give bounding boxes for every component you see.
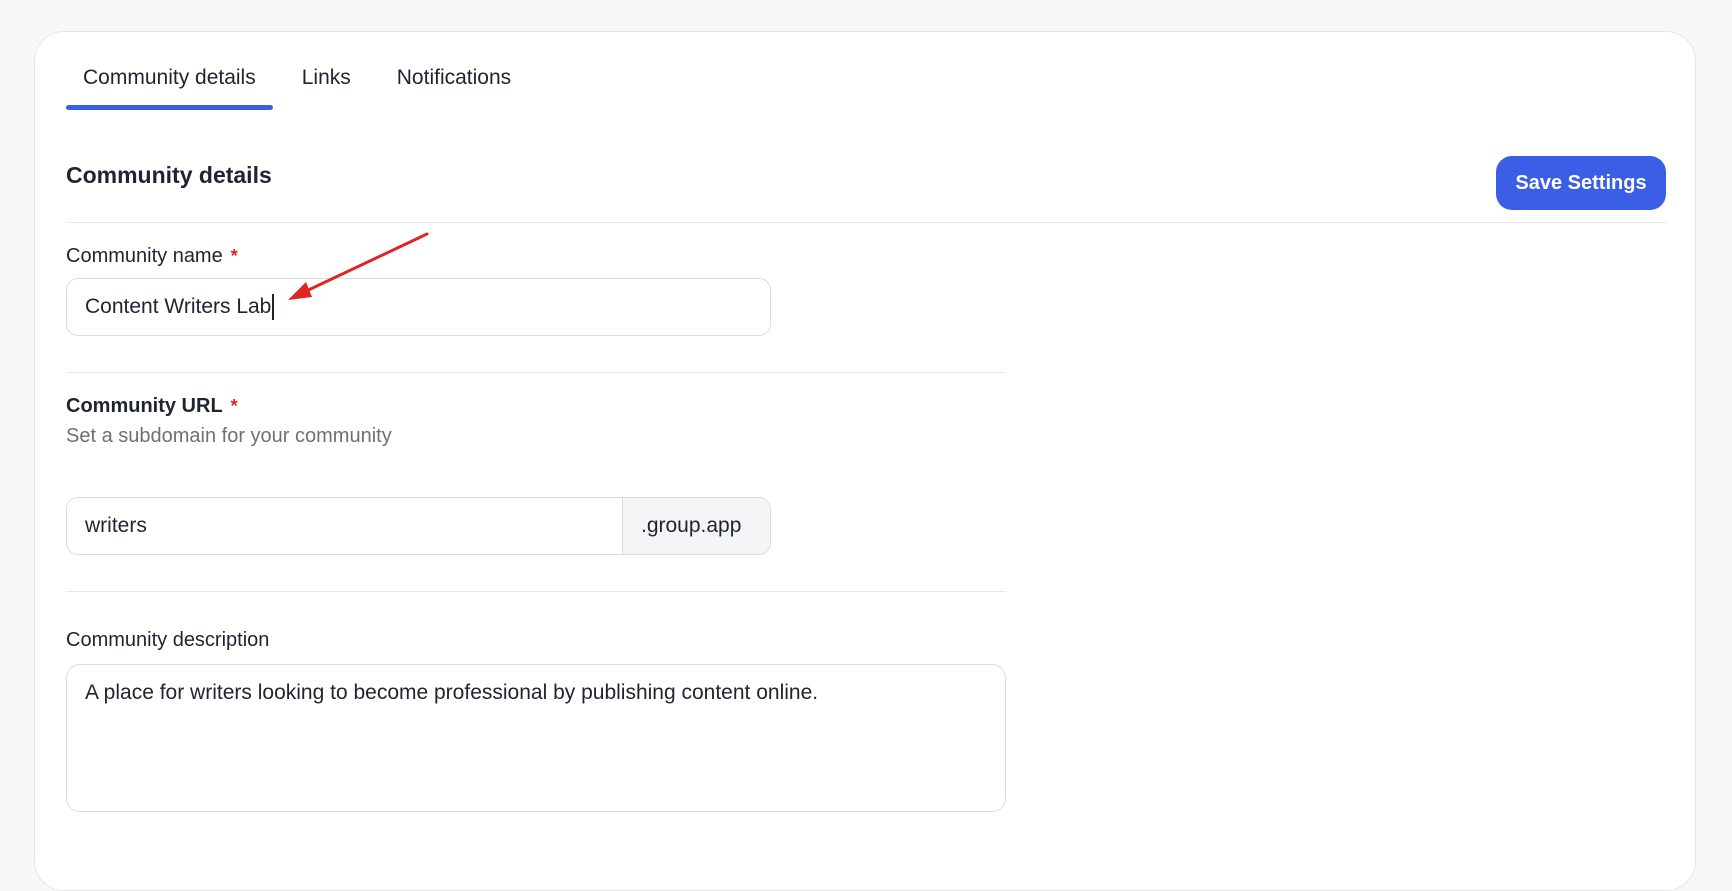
tab-community-details[interactable]: Community details: [66, 32, 273, 110]
field-divider: [66, 372, 1006, 373]
required-mark: *: [230, 246, 238, 266]
tab-links[interactable]: Links: [285, 32, 368, 110]
tab-notifications[interactable]: Notifications: [380, 32, 528, 110]
required-mark: *: [230, 396, 238, 416]
community-url-group: writers .group.app: [66, 497, 771, 555]
header-divider: [66, 222, 1666, 223]
community-description-label: Community description: [66, 629, 270, 651]
text-caret: [272, 294, 275, 320]
field-divider: [66, 591, 1006, 592]
settings-tabs: Community details Links Notifications: [66, 66, 540, 148]
community-name-label-text: Community name: [66, 245, 223, 267]
community-description-textarea[interactable]: A place for writers looking to become pr…: [66, 664, 1006, 812]
community-name-value: Content Writers Lab: [85, 295, 272, 318]
community-url-input[interactable]: writers: [67, 498, 622, 554]
section-title: Community details: [66, 162, 272, 188]
community-url-label: Community URL *: [66, 395, 238, 418]
settings-card: Community details Links Notifications Co…: [34, 31, 1696, 891]
community-url-suffix: .group.app: [622, 498, 770, 554]
save-settings-button[interactable]: Save Settings: [1496, 156, 1666, 210]
community-name-input[interactable]: Content Writers Lab: [66, 278, 771, 336]
community-name-label: Community name *: [66, 245, 238, 268]
community-url-label-text: Community URL: [66, 395, 223, 417]
community-url-helper: Set a subdomain for your community: [66, 425, 392, 447]
